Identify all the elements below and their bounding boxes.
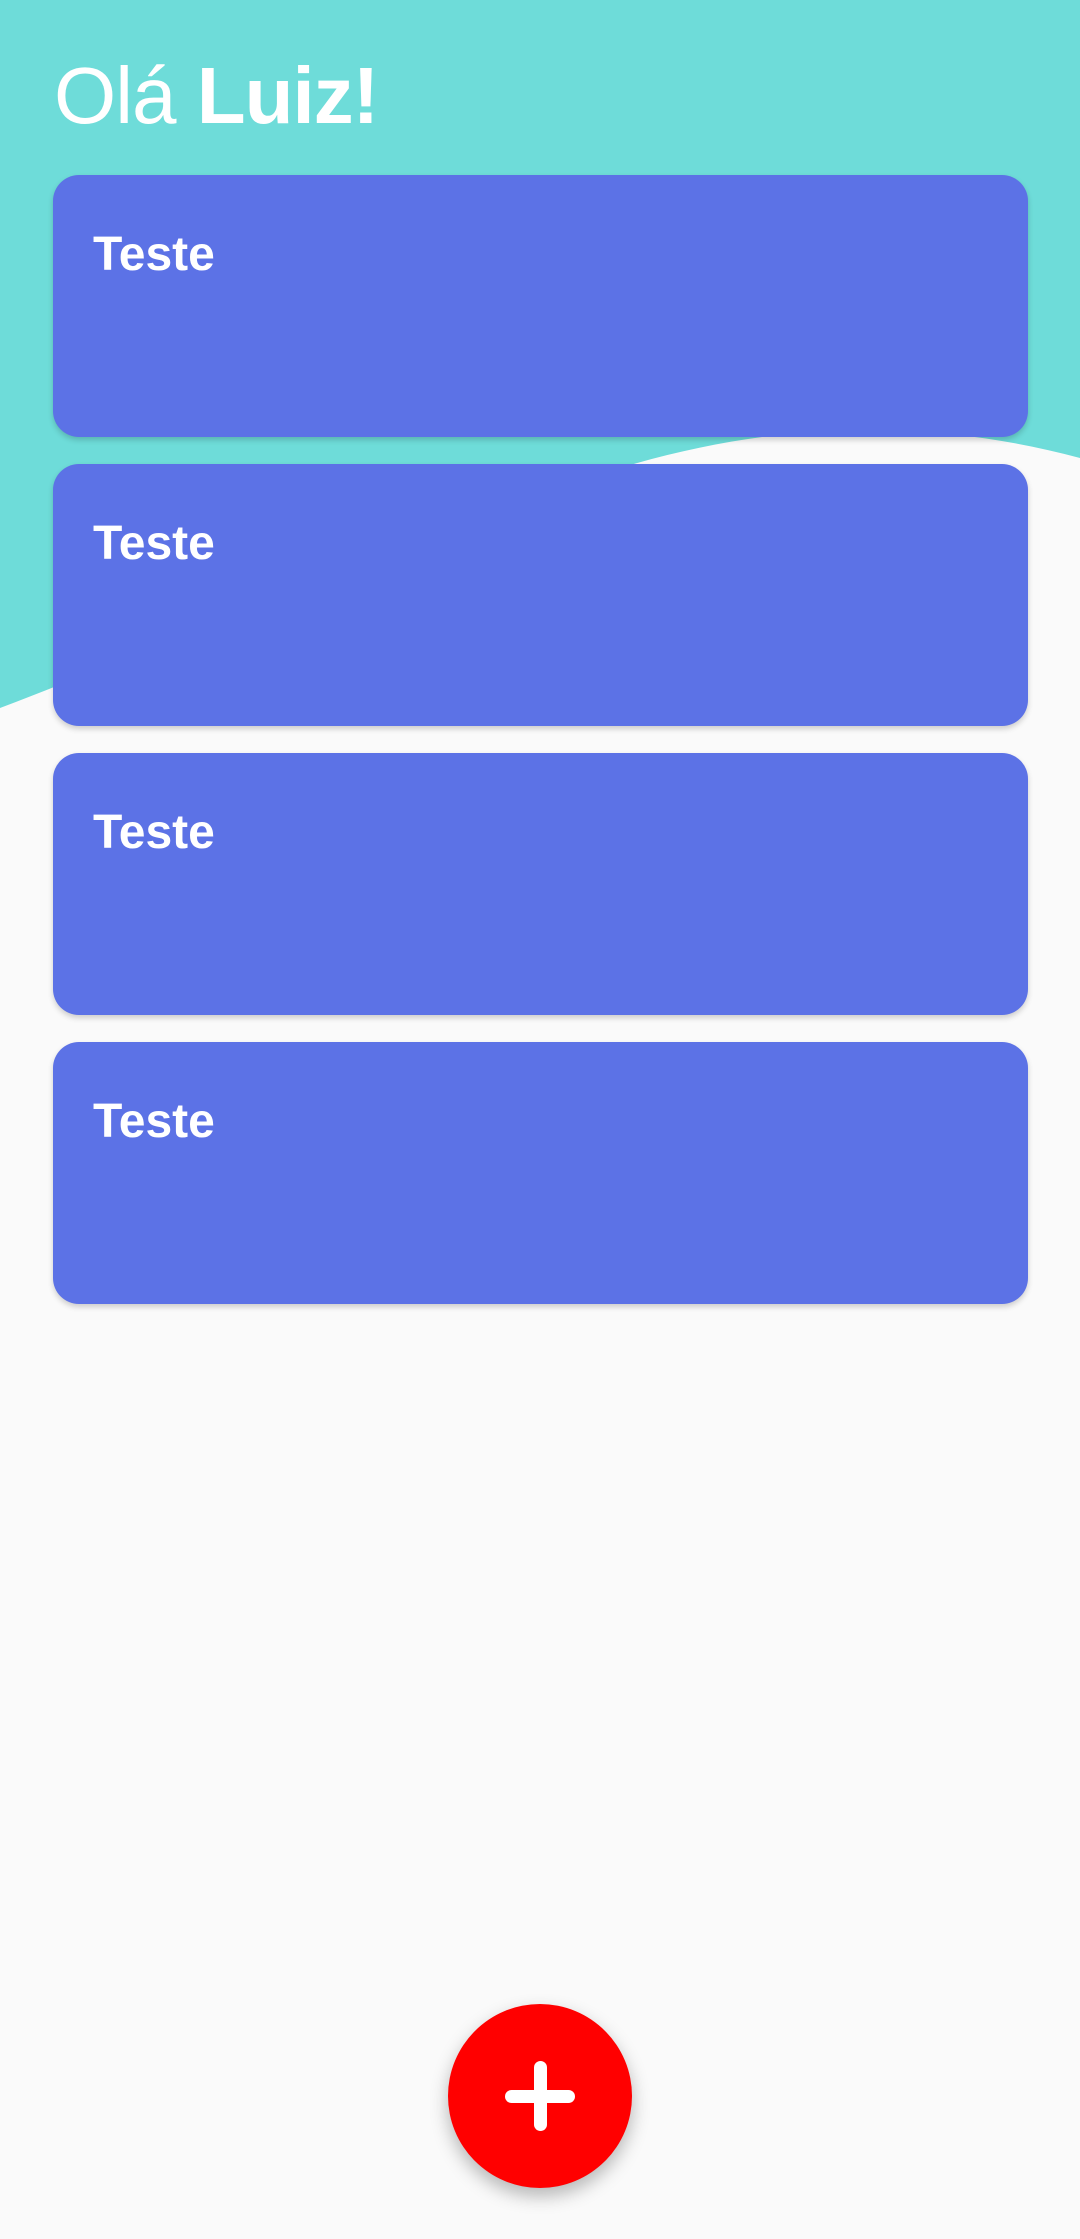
- greeting-prefix: Olá: [54, 51, 197, 140]
- add-button[interactable]: [448, 2004, 632, 2188]
- user-name: Luiz!: [196, 51, 380, 140]
- card-title: Teste: [93, 228, 215, 281]
- card-title: Teste: [93, 806, 215, 859]
- plus-icon: [505, 2061, 575, 2131]
- plus-icon-vertical-bar: [534, 2061, 547, 2131]
- greeting-heading: Olá Luiz!: [54, 46, 380, 146]
- card-item[interactable]: Teste: [53, 464, 1028, 726]
- card-item[interactable]: Teste: [53, 175, 1028, 437]
- card-list: Teste Teste Teste Teste: [53, 175, 1028, 1331]
- card-item[interactable]: Teste: [53, 1042, 1028, 1304]
- card-title: Teste: [93, 1095, 215, 1148]
- card-item[interactable]: Teste: [53, 753, 1028, 1015]
- app-screen: { "header": { "greeting_prefix": "Olá ",…: [0, 0, 1080, 2239]
- card-title: Teste: [93, 517, 215, 570]
